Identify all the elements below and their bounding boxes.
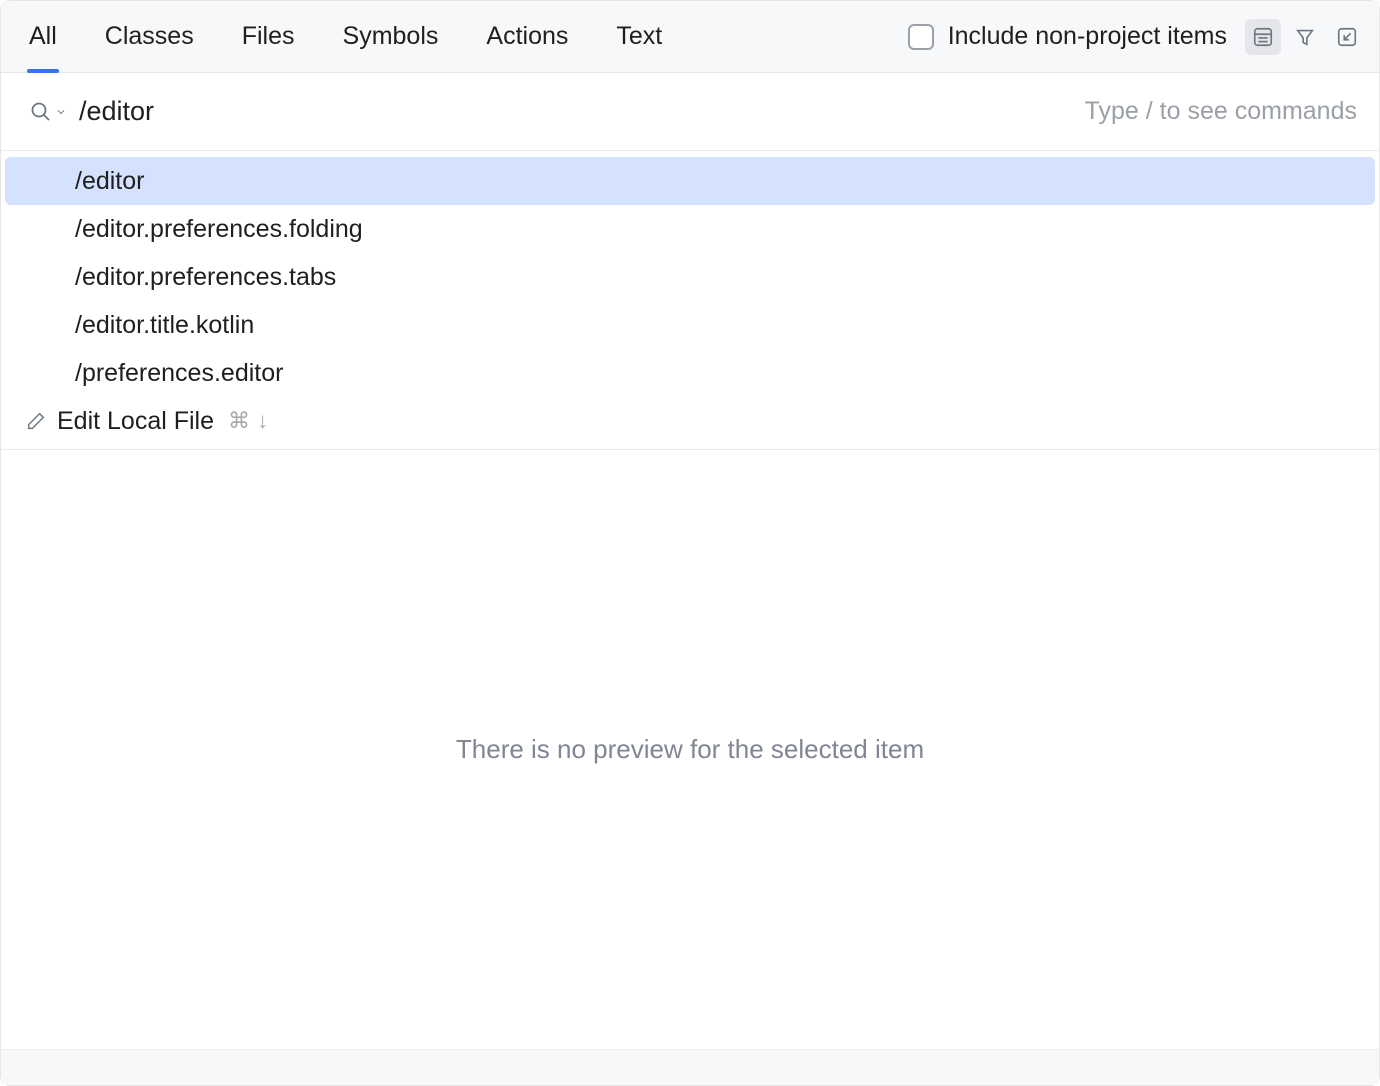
toolbar-icons <box>1245 19 1365 55</box>
tab-files[interactable]: Files <box>242 1 295 72</box>
filter-icon <box>1294 26 1316 48</box>
tab-all[interactable]: All <box>29 1 57 72</box>
result-item[interactable]: /editor.title.kotlin <box>5 301 1375 349</box>
result-item[interactable]: /editor.preferences.folding <box>5 205 1375 253</box>
preview-empty-message: There is no preview for the selected ite… <box>456 734 924 765</box>
result-item[interactable]: /preferences.editor <box>5 349 1375 397</box>
include-nonproject-wrap[interactable]: Include non-project items <box>908 22 1227 51</box>
tab-strip: All Classes Files Symbols Actions Text <box>29 1 662 72</box>
topbar: All Classes Files Symbols Actions Text Includ… <box>1 1 1379 73</box>
action-row-edit-local-file[interactable]: Edit Local File ⌘ ↓ <box>1 397 1379 445</box>
include-nonproject-checkbox[interactable] <box>908 24 934 50</box>
preview-pane: There is no preview for the selected ite… <box>1 450 1379 1049</box>
tab-symbols[interactable]: Symbols <box>343 1 439 72</box>
chevron-down-icon <box>55 106 67 118</box>
result-item[interactable]: /editor <box>5 157 1375 205</box>
filter-button[interactable] <box>1287 19 1323 55</box>
action-label: Edit Local File <box>57 407 214 436</box>
search-everywhere-dialog: All Classes Files Symbols Actions Text Includ… <box>0 0 1380 1086</box>
search-hint: Type / to see commands <box>1085 97 1357 126</box>
preview-panel-icon <box>1252 26 1274 48</box>
search-input[interactable] <box>79 96 1069 127</box>
action-shortcut: ⌘ ↓ <box>228 408 269 434</box>
tab-text[interactable]: Text <box>616 1 662 72</box>
open-in-tool-window-icon <box>1336 26 1358 48</box>
search-icon-dropdown[interactable] <box>29 100 67 124</box>
result-item[interactable]: /editor.preferences.tabs <box>5 253 1375 301</box>
pin-button[interactable] <box>1329 19 1365 55</box>
tab-classes[interactable]: Classes <box>105 1 194 72</box>
search-icon <box>29 100 53 124</box>
tab-actions[interactable]: Actions <box>486 1 568 72</box>
search-row: Type / to see commands <box>1 73 1379 151</box>
footer <box>1 1049 1379 1085</box>
results-list: /editor/editor.preferences.folding/edito… <box>1 151 1379 397</box>
include-nonproject-label[interactable]: Include non-project items <box>948 22 1227 51</box>
pencil-icon <box>25 410 47 432</box>
preview-toggle-button[interactable] <box>1245 19 1281 55</box>
